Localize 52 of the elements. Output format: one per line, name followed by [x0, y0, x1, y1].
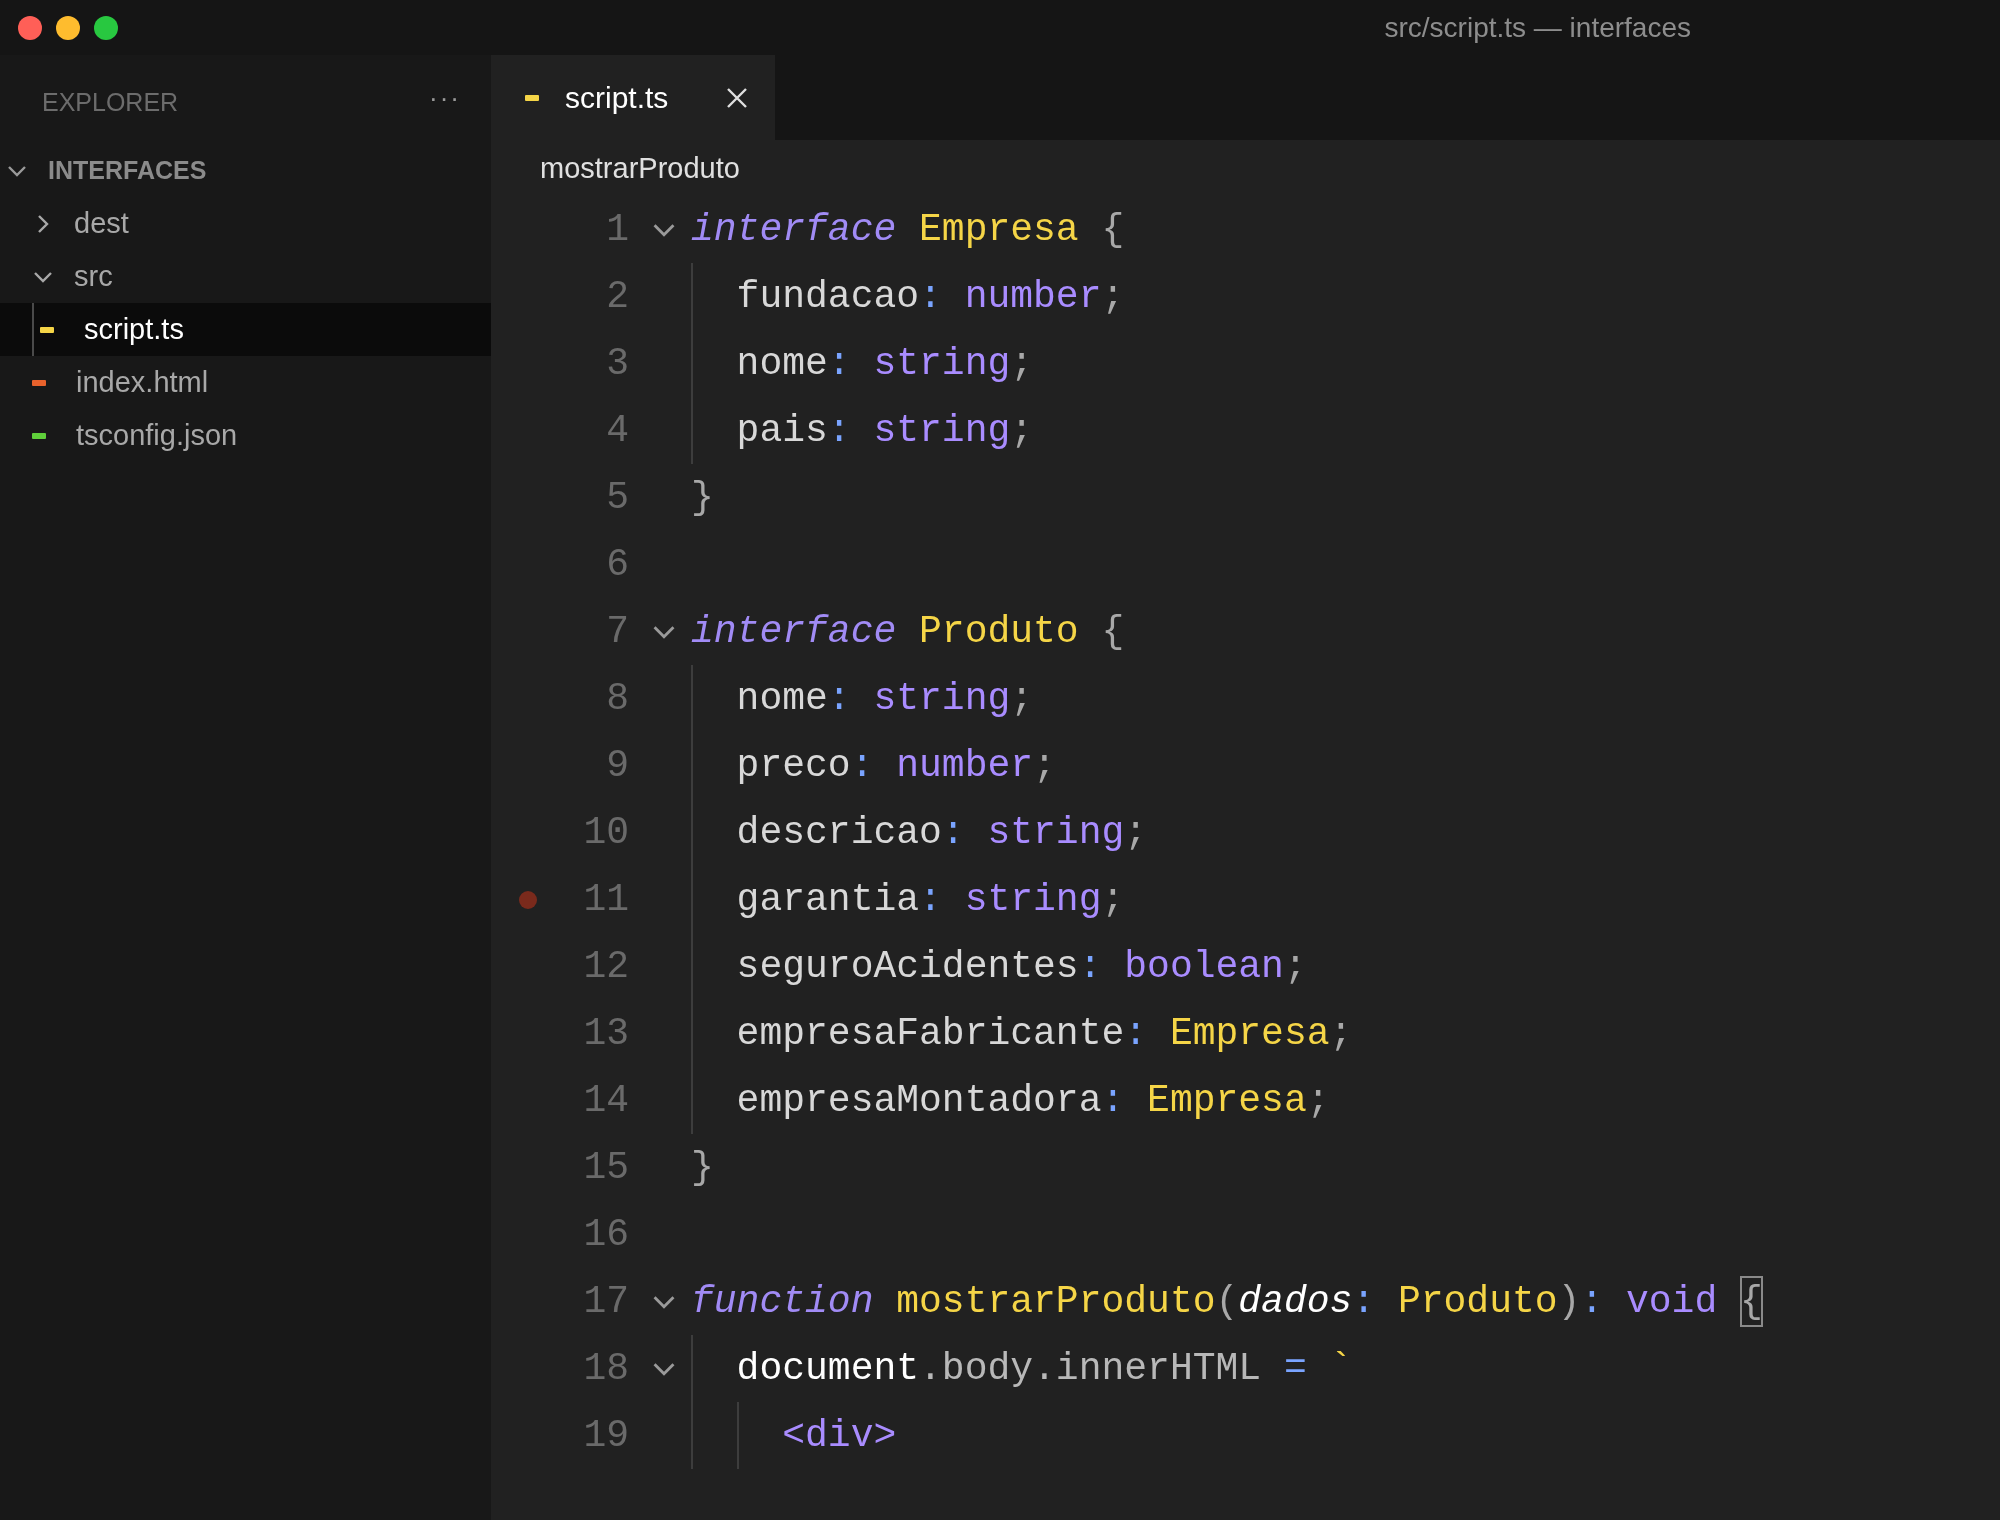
zoom-window-button[interactable] — [94, 15, 118, 40]
code-line: interface Produto { — [691, 609, 1125, 655]
minimize-window-button[interactable] — [56, 15, 80, 40]
line-number: 15 — [582, 1146, 629, 1189]
code-line: empresaMontadora: Empresa; — [691, 1067, 1330, 1134]
code-line: nome: string; — [691, 665, 1034, 732]
line-number: 7 — [605, 610, 629, 653]
line-number: 11 — [582, 878, 629, 921]
editor-tab[interactable]: script.ts — [491, 55, 775, 140]
line-number: 17 — [582, 1280, 629, 1323]
code-line: } — [691, 475, 714, 521]
code-line: nome: string; — [691, 330, 1034, 397]
line-number: 1 — [605, 208, 629, 251]
line-number: 2 — [605, 275, 629, 318]
code-line: fundacao: number; — [691, 263, 1125, 330]
sidebar-title: EXPLORER — [42, 87, 179, 118]
tree-item[interactable]: INTERFACES — [0, 144, 491, 197]
line-number: 5 — [605, 476, 629, 519]
code-line: descricao: string; — [691, 799, 1148, 866]
close-window-button[interactable] — [18, 15, 42, 40]
tree-item[interactable]: src — [0, 250, 491, 303]
code-line: seguroAcidentes: boolean; — [691, 933, 1307, 1000]
line-number: 13 — [582, 1012, 629, 1055]
code-line: } — [691, 1145, 714, 1191]
tree-item[interactable]: tsconfig.json — [0, 409, 491, 462]
line-number: 18 — [582, 1347, 629, 1390]
code-line: <div> — [691, 1402, 897, 1469]
window-title: src/script.ts — interfaces — [1384, 11, 1691, 43]
code-line: function mostrarProduto(dados: Produto): void { — [691, 1268, 1763, 1335]
line-number: 19 — [582, 1414, 629, 1457]
tree-item[interactable]: index.html — [0, 356, 491, 409]
code-line: interface Empresa { — [691, 207, 1125, 253]
line-number: 14 — [582, 1079, 629, 1122]
close-icon[interactable] — [725, 85, 749, 110]
line-number: 9 — [605, 744, 629, 787]
code-line: garantia: string; — [691, 866, 1125, 933]
line-number: 3 — [605, 342, 629, 385]
breadcrumb[interactable]: mostrarProduto — [540, 151, 740, 185]
code-line: preco: number; — [691, 732, 1056, 799]
line-number: 4 — [605, 409, 629, 452]
tree-item[interactable]: dest — [0, 197, 491, 250]
more-button[interactable]: ··· — [429, 85, 461, 144]
code-line: empresaFabricante: Empresa; — [691, 1000, 1353, 1067]
line-number: 8 — [605, 677, 629, 720]
line-number: 16 — [582, 1213, 629, 1256]
tree-item[interactable]: script.ts — [0, 303, 491, 356]
line-number: 12 — [582, 945, 629, 988]
line-number: 10 — [582, 811, 629, 854]
line-number: 6 — [605, 543, 629, 586]
code-line: document.body.innerHTML = ` — [691, 1335, 1353, 1402]
breakpoint-dot[interactable] — [519, 890, 537, 909]
code-line: pais: string; — [691, 397, 1034, 464]
